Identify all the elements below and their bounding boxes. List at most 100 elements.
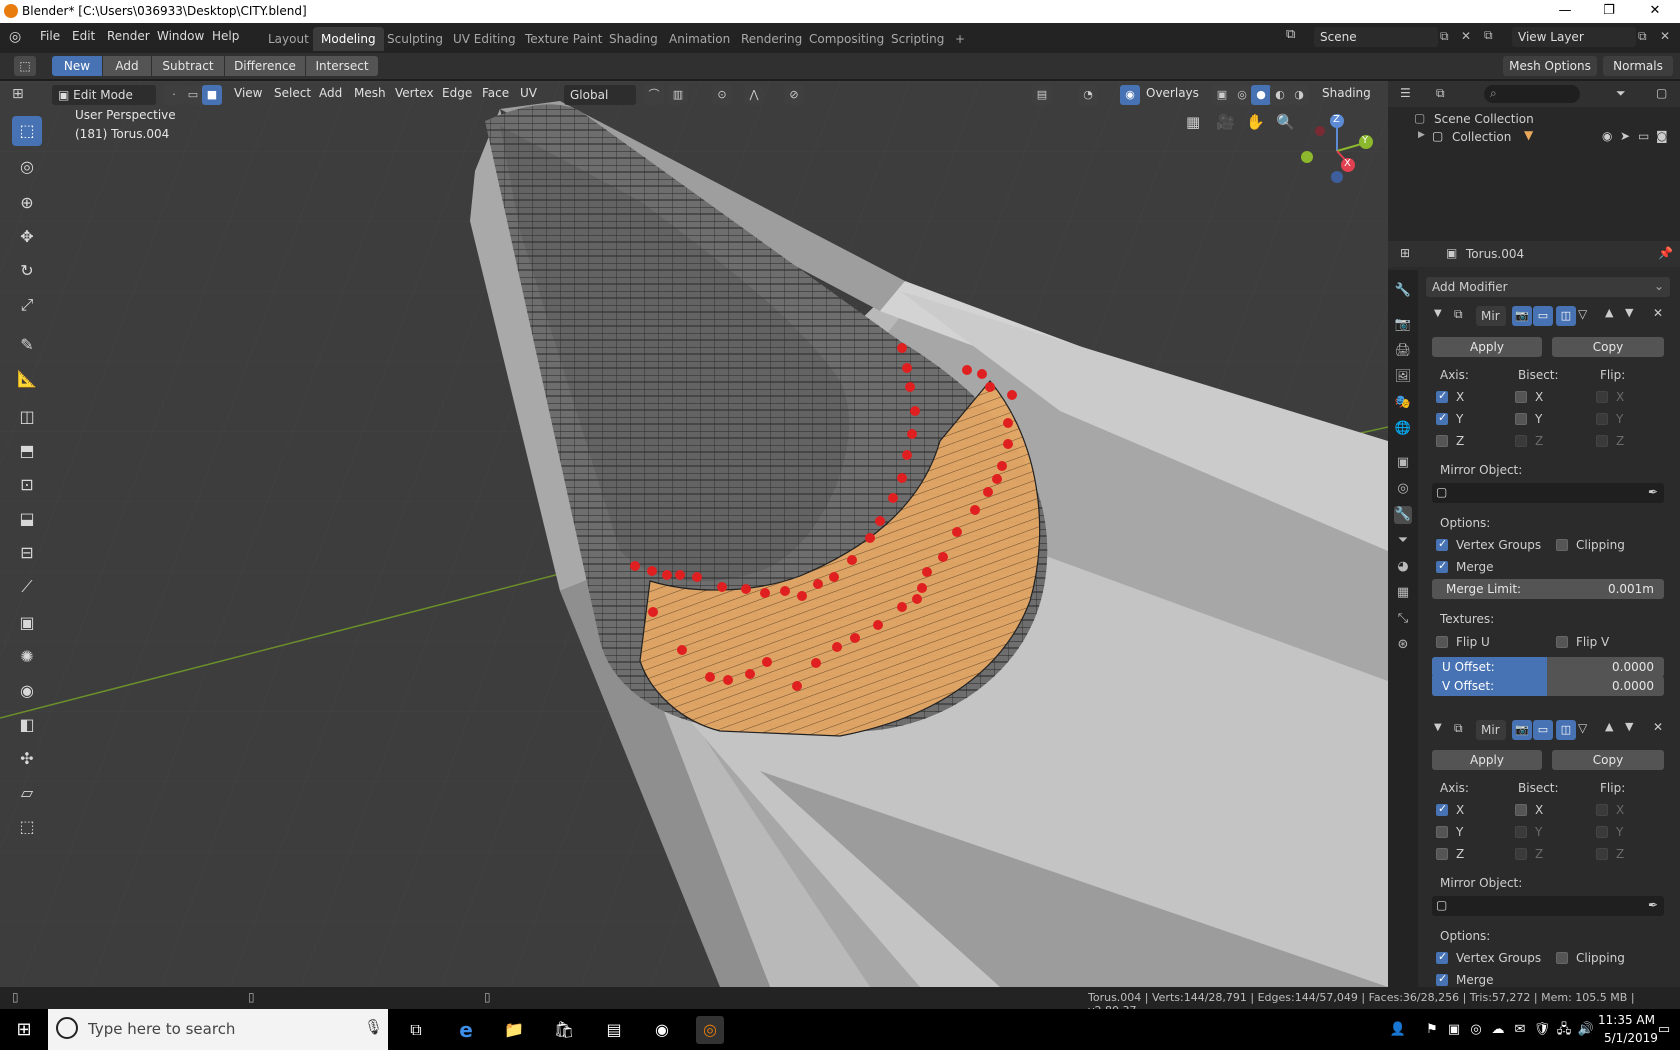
normals-dropdown[interactable]: Normals	[1603, 56, 1673, 76]
editor-type-icon[interactable]: ⊞	[12, 86, 24, 102]
render-tab-icon[interactable]: 📷	[1394, 316, 1412, 334]
tab-uv-editing[interactable]: UV Editing	[445, 27, 524, 51]
modifier-2-mirror-object-field[interactable]: ▢ ✒	[1432, 896, 1664, 916]
modifier-1-remove-icon[interactable]: ✕	[1653, 306, 1663, 320]
shear-icon[interactable]: ▱	[12, 778, 42, 808]
spin-icon[interactable]: ✺	[12, 642, 42, 672]
select-tool-icon[interactable]: ⬚	[14, 56, 36, 76]
display-mode-icon[interactable]: ⧉	[1436, 86, 1445, 101]
tab-layout[interactable]: Layout	[260, 27, 317, 51]
windows-start-icon[interactable]: ⊞	[10, 1016, 38, 1044]
modifier-1-viewport-toggle-icon[interactable]: ▭	[1533, 306, 1553, 326]
menu-help[interactable]: Help	[212, 29, 239, 43]
mode-subtract-button[interactable]: Subtract	[152, 56, 224, 76]
minimize-button[interactable]: —	[1542, 0, 1588, 23]
render-camera-icon[interactable]: ◙	[1656, 129, 1668, 143]
modifier-2-name-field[interactable]: Mir	[1476, 720, 1506, 740]
snap-target-icon[interactable]: ▥	[668, 85, 688, 105]
modifier-2-viewport-toggle-icon[interactable]: ▭	[1533, 720, 1553, 740]
viewport-menu-vertex[interactable]: Vertex	[395, 86, 434, 100]
extrude-icon[interactable]: ⬒	[12, 436, 42, 466]
pan-hand-icon[interactable]: ✋	[1246, 113, 1265, 131]
modifier-1-axis-x-checkbox[interactable]	[1436, 389, 1448, 403]
outliner-editor-icon[interactable]: ☰	[1400, 86, 1411, 100]
expand-arrow-icon[interactable]: ▶	[1418, 130, 1425, 140]
close-window-button[interactable]: ✕	[1632, 0, 1678, 23]
modifier-1-name-field[interactable]: Mir	[1476, 306, 1506, 326]
particles-tab-icon[interactable]: ⏷	[1394, 532, 1412, 550]
snap-icon[interactable]: ⌒	[644, 85, 664, 105]
tool-tab-icon[interactable]: 🔧	[1394, 282, 1412, 300]
overlays-dropdown[interactable]: Overlays	[1146, 86, 1199, 100]
menu-window[interactable]: Window	[157, 29, 204, 43]
modifier-2-vertex-groups-checkbox[interactable]	[1436, 950, 1448, 964]
scene-browse-icon[interactable]: ⧉	[1286, 27, 1310, 47]
edge-browser-icon[interactable]: e	[452, 1016, 480, 1044]
tab-modeling[interactable]: Modeling	[313, 27, 384, 51]
knife-icon[interactable]: ⟋	[12, 572, 42, 602]
poly-build-icon[interactable]: ▣	[12, 608, 42, 638]
modifier-1-render-toggle-icon[interactable]: 📷	[1512, 306, 1532, 326]
modifier-1-merge-limit-field[interactable]: Merge Limit: 0.001m	[1432, 579, 1664, 599]
gizmo-toggle-icon[interactable]: ◔	[1078, 85, 1098, 105]
mode-add-button[interactable]: Add	[103, 56, 151, 76]
grid-view-icon[interactable]: ▦	[1186, 113, 1200, 131]
modifier-1-merge-checkbox[interactable]	[1436, 559, 1448, 573]
transform-move-icon[interactable]: ✥	[12, 222, 42, 252]
navigation-gizmo[interactable]: Z Y X	[1290, 111, 1380, 191]
mode-dropdown[interactable]: ▣ Edit Mode	[52, 85, 156, 105]
modifier-1-copy-button[interactable]: Copy	[1552, 337, 1664, 357]
modifier-2-copy-button[interactable]: Copy	[1552, 750, 1664, 770]
modifier-wrench-tab-icon[interactable]: 🔧	[1394, 506, 1412, 524]
scene-field[interactable]: Scene	[1314, 27, 1438, 47]
falloff-icon[interactable]: ⋀	[744, 85, 764, 105]
filter-icon[interactable]: ⏷	[1616, 86, 1626, 101]
tab-scripting[interactable]: Scripting	[883, 27, 952, 51]
modifier-2-cage-icon[interactable]: ▽	[1578, 721, 1587, 735]
world-tab-icon[interactable]: 🌐	[1394, 420, 1412, 438]
app-window-icon[interactable]: ▤	[600, 1016, 628, 1044]
add-modifier-dropdown[interactable]: Add Modifier ⌄	[1426, 277, 1670, 297]
tab-compositing[interactable]: Compositing	[801, 27, 892, 51]
modifier-1-vertex-groups-checkbox[interactable]	[1436, 537, 1448, 551]
modifier-2-axis-x-checkbox[interactable]	[1436, 802, 1448, 816]
smooth-icon[interactable]: ◉	[12, 676, 42, 706]
modifier-1-move-up-icon[interactable]: ▲	[1605, 306, 1613, 319]
annotate-icon[interactable]: ✎	[12, 330, 42, 360]
modifier-1-u-offset-field[interactable]: U Offset: 0.0000	[1432, 657, 1664, 677]
link-icon[interactable]: ⊘	[784, 85, 804, 105]
store-icon[interactable]: 🛍	[550, 1016, 578, 1044]
vertex-select-icon[interactable]: ·	[164, 85, 184, 105]
edge-select-icon[interactable]: ▭	[183, 85, 203, 105]
microphone-icon[interactable]: 🎙	[364, 1018, 383, 1036]
properties-editor-icon[interactable]: ⊞	[1400, 246, 1410, 260]
zoom-icon[interactable]: 🔍	[1276, 113, 1295, 131]
new-viewlayer-icon[interactable]: ⧉	[1638, 29, 1647, 44]
object-type-visibility-icon[interactable]: ▤	[1032, 85, 1052, 105]
3d-viewport[interactable]: User Perspective (181) Torus.004 Z Y X ▦…	[0, 81, 1388, 987]
collapse-modifier-1-icon[interactable]: ▼	[1434, 308, 1442, 319]
mesh-options-dropdown[interactable]: Mesh Options	[1503, 56, 1597, 76]
scene-collection-label[interactable]: Scene Collection	[1434, 112, 1534, 126]
rotate-icon[interactable]: ↻	[12, 256, 42, 286]
modifier-2-axis-y-checkbox[interactable]	[1436, 826, 1448, 838]
collection-label[interactable]: Collection	[1452, 130, 1511, 144]
face-select-icon[interactable]: ■	[202, 85, 222, 105]
data-tab-icon[interactable]: ⊛	[1394, 636, 1412, 654]
viewport-menu-uv[interactable]: UV	[520, 86, 537, 100]
edge-slide-icon[interactable]: ◧	[12, 710, 42, 740]
bevel-icon[interactable]: ⬓	[12, 504, 42, 534]
menu-edit[interactable]: Edit	[72, 29, 95, 43]
wireframe-shading-icon[interactable]: ◎	[1232, 85, 1252, 105]
solid-shading-icon[interactable]: ●	[1251, 85, 1271, 105]
view-layer-field[interactable]: View Layer	[1512, 27, 1636, 47]
modifier-1-mirror-object-field[interactable]: ▢ ✒	[1432, 483, 1664, 503]
modifier-2-move-up-icon[interactable]: ▲	[1605, 720, 1613, 733]
new-collection-icon[interactable]: ▢	[1656, 86, 1667, 100]
modifier-1-flip-v-checkbox[interactable]	[1556, 636, 1568, 648]
tab-rendering[interactable]: Rendering	[733, 27, 810, 51]
transform-orientation-dropdown[interactable]: Global	[564, 85, 636, 105]
modifier-2-merge-checkbox[interactable]	[1436, 972, 1448, 986]
viewport-disable-icon[interactable]: ▭	[1638, 129, 1649, 143]
menu-render[interactable]: Render	[107, 29, 150, 43]
